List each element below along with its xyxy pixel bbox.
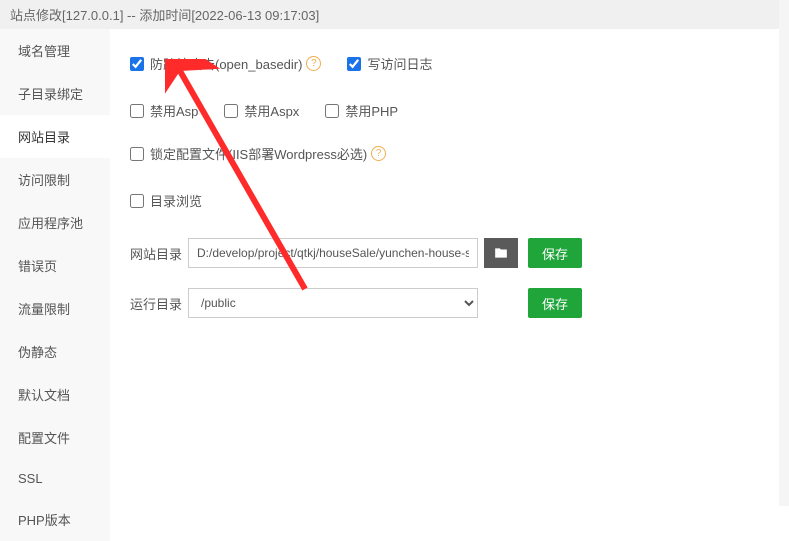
label-dir-browse[interactable]: 目录浏览 bbox=[150, 191, 202, 210]
help-icon[interactable]: ? bbox=[306, 56, 321, 71]
dialog-title-bar: 站点修改[127.0.0.1] -- 添加时间[2022-06-13 09:17… bbox=[0, 0, 789, 29]
row-lock-config: 锁定配置文件(IIS部署Wordpress必选) ? bbox=[130, 144, 769, 163]
sidebar-item-sitedir[interactable]: 网站目录 bbox=[0, 115, 110, 158]
label-disable-asp[interactable]: 禁用Asp bbox=[150, 101, 198, 120]
row-security: 防跨站攻击(open_basedir) ? 写访问日志 bbox=[130, 54, 769, 73]
sidebar-item-traffic-limit[interactable]: 流量限制 bbox=[0, 287, 110, 330]
checkbox-dir-browse-group: 目录浏览 bbox=[130, 191, 202, 210]
sidebar-item-ssl[interactable]: SSL bbox=[0, 459, 110, 498]
sidebar: 域名管理 子目录绑定 网站目录 访问限制 应用程序池 错误页 流量限制 伪静态 … bbox=[0, 29, 110, 509]
checkbox-write-log-group: 写访问日志 bbox=[347, 54, 432, 73]
main-container: 域名管理 子目录绑定 网站目录 访问限制 应用程序池 错误页 流量限制 伪静态 … bbox=[0, 29, 789, 509]
checkbox-disable-aspx[interactable] bbox=[224, 104, 238, 118]
sidebar-item-subdir[interactable]: 子目录绑定 bbox=[0, 72, 110, 115]
sidebar-item-error-page[interactable]: 错误页 bbox=[0, 244, 110, 287]
checkbox-write-log[interactable] bbox=[347, 57, 361, 71]
field-run-dir: 运行目录 /public 保存 bbox=[130, 288, 769, 318]
row-dir-browse: 目录浏览 bbox=[130, 191, 769, 210]
browse-folder-button[interactable] bbox=[484, 238, 518, 268]
checkbox-disable-asp[interactable] bbox=[130, 104, 144, 118]
sidebar-item-domain[interactable]: 域名管理 bbox=[0, 29, 110, 72]
sidebar-item-app-pool[interactable]: 应用程序池 bbox=[0, 201, 110, 244]
save-run-dir-button[interactable]: 保存 bbox=[528, 288, 582, 318]
row-disable: 禁用Asp 禁用Aspx 禁用PHP bbox=[130, 101, 769, 120]
sidebar-item-config-file[interactable]: 配置文件 bbox=[0, 416, 110, 459]
checkbox-dir-browse[interactable] bbox=[130, 194, 144, 208]
checkbox-lock-config-group: 锁定配置文件(IIS部署Wordpress必选) ? bbox=[130, 144, 386, 163]
main-panel: 防跨站攻击(open_basedir) ? 写访问日志 禁用Asp 禁用Aspx… bbox=[110, 29, 789, 509]
folder-icon bbox=[493, 246, 509, 260]
label-site-dir: 网站目录 bbox=[130, 244, 188, 263]
label-disable-php[interactable]: 禁用PHP bbox=[345, 101, 398, 120]
checkbox-disable-asp-group: 禁用Asp bbox=[130, 101, 198, 120]
checkbox-disable-aspx-group: 禁用Aspx bbox=[224, 101, 299, 120]
label-write-log[interactable]: 写访问日志 bbox=[367, 54, 432, 73]
select-run-dir[interactable]: /public bbox=[188, 288, 478, 318]
sidebar-item-default-doc[interactable]: 默认文档 bbox=[0, 373, 110, 416]
field-site-dir: 网站目录 保存 bbox=[130, 238, 769, 268]
sidebar-item-php-version[interactable]: PHP版本 bbox=[0, 498, 110, 541]
label-run-dir: 运行目录 bbox=[130, 294, 188, 313]
checkbox-disable-php-group: 禁用PHP bbox=[325, 101, 398, 120]
checkbox-disable-php[interactable] bbox=[325, 104, 339, 118]
checkbox-anti-cross-site[interactable] bbox=[130, 57, 144, 71]
right-edge-strip bbox=[779, 0, 789, 506]
help-icon[interactable]: ? bbox=[371, 146, 386, 161]
sidebar-item-access-limit[interactable]: 访问限制 bbox=[0, 158, 110, 201]
input-site-dir[interactable] bbox=[188, 238, 478, 268]
save-site-dir-button[interactable]: 保存 bbox=[528, 238, 582, 268]
checkbox-lock-config[interactable] bbox=[130, 147, 144, 161]
sidebar-item-pseudo-static[interactable]: 伪静态 bbox=[0, 330, 110, 373]
label-disable-aspx[interactable]: 禁用Aspx bbox=[244, 101, 299, 120]
label-anti-cross-site[interactable]: 防跨站攻击(open_basedir) bbox=[150, 54, 302, 73]
dialog-title: 站点修改[127.0.0.1] -- 添加时间[2022-06-13 09:17… bbox=[10, 8, 319, 23]
checkbox-anti-cross-site-group: 防跨站攻击(open_basedir) ? bbox=[130, 54, 321, 73]
label-lock-config[interactable]: 锁定配置文件(IIS部署Wordpress必选) bbox=[150, 144, 367, 163]
